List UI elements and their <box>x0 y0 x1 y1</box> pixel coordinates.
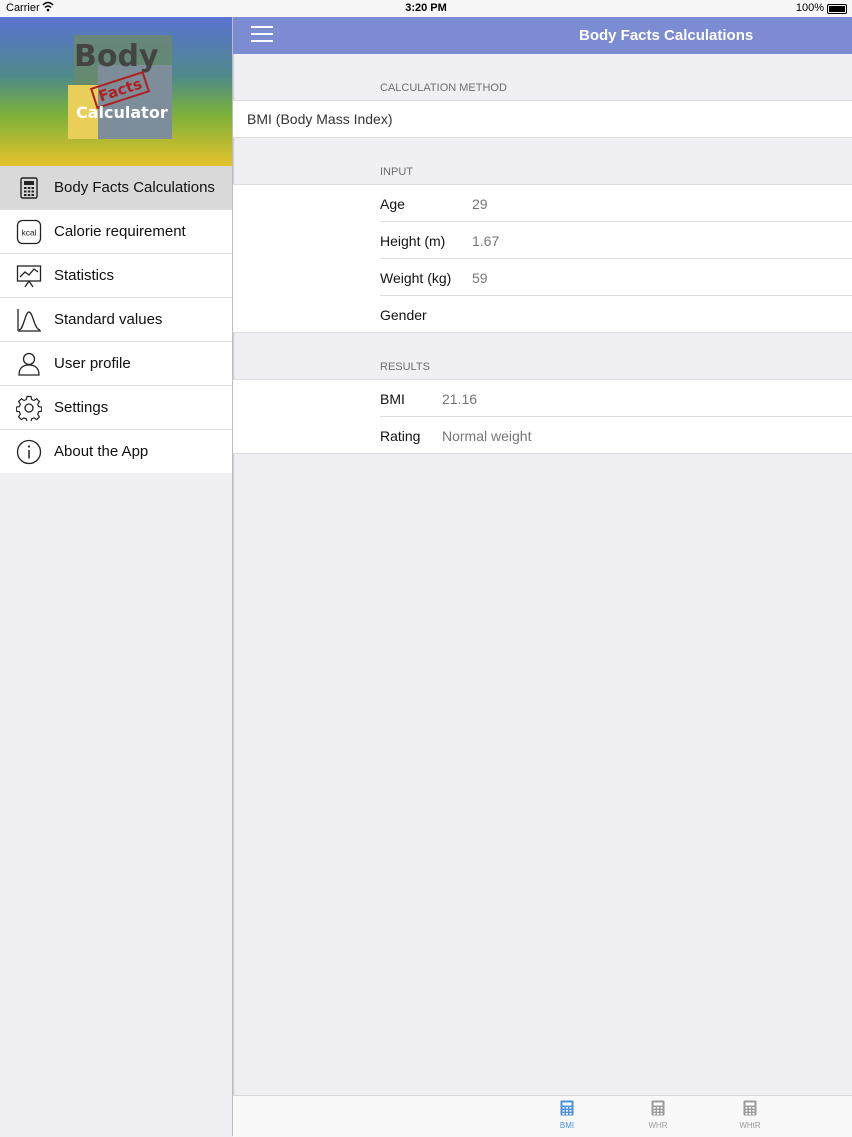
tab-bar: BMI WHR WHtR <box>233 1095 852 1137</box>
sidebar-item-label: Settings <box>54 399 109 416</box>
logo-word-calculator: Calculator <box>76 103 168 122</box>
user-icon <box>18 352 40 376</box>
app-logo: Body Facts Calculator <box>68 35 172 139</box>
tab-bmi[interactable]: BMI <box>547 1100 587 1130</box>
sidebar-item-label: Calorie requirement <box>54 223 186 240</box>
sidebar-menu: Body Facts Calculations kcal Calorie req… <box>0 166 232 473</box>
sidebar-item-user-profile[interactable]: User profile <box>0 342 232 386</box>
input-row-height[interactable]: Height (m) 1.67 <box>380 222 852 259</box>
rating-value: Normal weight <box>442 428 532 444</box>
hamburger-menu-icon[interactable] <box>251 26 273 44</box>
tab-whtr[interactable]: WHtR <box>730 1100 770 1130</box>
status-bar: Carrier 3:20 PM 100% <box>0 0 852 17</box>
input-row-gender[interactable]: Gender <box>380 296 852 332</box>
kcal-icon: kcal <box>16 219 42 245</box>
results-group: BMI 21.16 Rating Normal weight <box>233 379 852 454</box>
result-row-rating: Rating Normal weight <box>380 417 852 453</box>
sidebar-item-statistics[interactable]: Statistics <box>0 254 232 298</box>
tab-label: BMI <box>559 1121 575 1130</box>
info-icon <box>16 439 42 465</box>
sidebar-item-standard-values[interactable]: Standard values <box>0 298 232 342</box>
row-label: Age <box>380 196 405 212</box>
input-row-age[interactable]: Age 29 <box>380 185 852 222</box>
sidebar-item-label: Standard values <box>54 311 163 328</box>
age-value[interactable]: 29 <box>472 196 488 212</box>
gear-icon <box>16 395 42 421</box>
page-title: Body Facts Calculations <box>579 27 754 44</box>
logo-word-body: Body <box>74 39 159 74</box>
sidebar-item-settings[interactable]: Settings <box>0 386 232 430</box>
row-label: Height (m) <box>380 233 446 249</box>
sidebar-item-label: About the App <box>54 443 149 460</box>
height-value[interactable]: 1.67 <box>472 233 499 249</box>
battery-percent: 100% <box>795 2 824 14</box>
chart-board-icon <box>16 265 42 288</box>
tab-label: WHtR <box>739 1121 761 1130</box>
sidebar-item-label: User profile <box>54 355 131 372</box>
calculator-icon <box>743 1100 757 1116</box>
calculation-method-selector[interactable]: BMI (Body Mass Index) <box>233 100 852 138</box>
result-row-bmi: BMI 21.16 <box>380 380 852 417</box>
sidebar-item-calorie-requirement[interactable]: kcal Calorie requirement <box>0 210 232 254</box>
input-header: INPUT <box>380 166 413 178</box>
results-header: RESULTS <box>380 361 430 373</box>
tab-label: WHR <box>648 1121 668 1130</box>
row-label: Gender <box>380 307 427 323</box>
calculator-icon <box>651 1100 665 1116</box>
bell-curve-icon <box>17 309 41 332</box>
clock: 3:20 PM <box>405 2 447 14</box>
input-row-weight[interactable]: Weight (kg) 59 <box>380 259 852 296</box>
bmi-value: 21.16 <box>442 391 478 407</box>
svg-text:kcal: kcal <box>21 228 36 238</box>
tab-whr[interactable]: WHR <box>638 1100 678 1130</box>
sidebar-item-about[interactable]: About the App <box>0 430 232 473</box>
input-group: Age 29 Height (m) 1.67 Weight (kg) 59 Ge… <box>233 184 852 333</box>
logo-header: Body Facts Calculator <box>0 17 232 166</box>
calculator-icon <box>20 177 38 199</box>
calculation-method-header: CALCULATION METHOD <box>380 82 507 94</box>
main-content: CALCULATION METHOD BMI (Body Mass Index)… <box>233 54 852 454</box>
navigation-bar: Body Facts Calculations <box>233 17 852 54</box>
sidebar-item-label: Statistics <box>54 267 115 284</box>
sidebar-item-body-facts-calculations[interactable]: Body Facts Calculations <box>0 166 232 210</box>
row-label: BMI <box>380 391 405 407</box>
calculator-icon <box>560 1100 574 1116</box>
row-label: Weight (kg) <box>380 270 452 286</box>
calculation-method-value: BMI (Body Mass Index) <box>247 111 393 127</box>
battery-icon <box>827 4 847 14</box>
weight-value[interactable]: 59 <box>472 270 488 286</box>
row-label: Rating <box>380 428 421 444</box>
sidebar: Body Facts Calculator Body Facts Calcula… <box>0 17 232 1136</box>
sidebar-item-label: Body Facts Calculations <box>54 179 215 196</box>
